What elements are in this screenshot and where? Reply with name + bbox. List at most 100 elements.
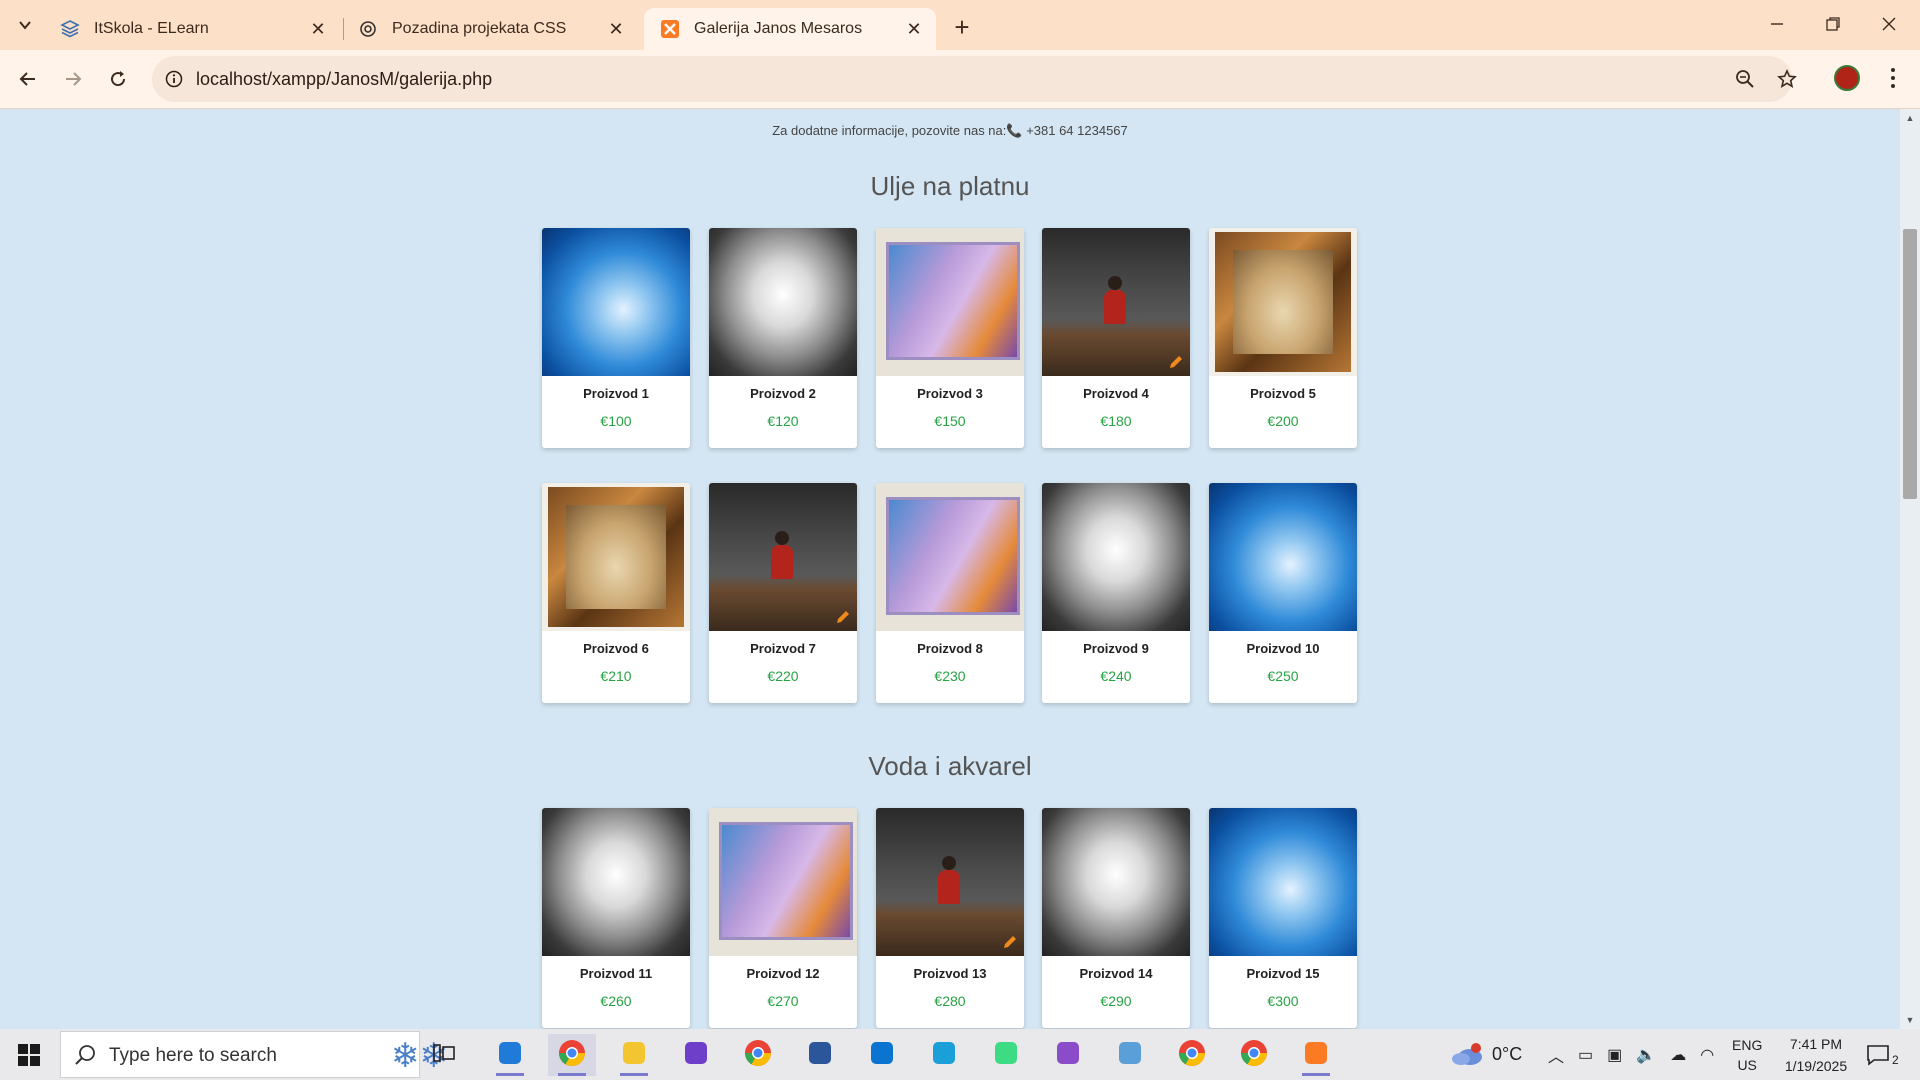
weather-widget[interactable]: 0°C bbox=[1450, 1029, 1522, 1080]
product-image[interactable] bbox=[542, 228, 690, 376]
taskbar-app-button[interactable] bbox=[548, 1034, 596, 1076]
taskbar-app-button[interactable] bbox=[858, 1034, 906, 1076]
contact-phone[interactable]: +381 64 1234567 bbox=[1026, 123, 1128, 138]
phone-icon: 📞 bbox=[1006, 123, 1023, 138]
site-info-icon[interactable] bbox=[162, 67, 186, 91]
product-card[interactable]: Proizvod 9 €240 bbox=[1042, 483, 1190, 703]
product-name: Proizvod 6 bbox=[583, 641, 649, 656]
start-button[interactable] bbox=[0, 1029, 58, 1080]
product-card[interactable]: Proizvod 1 €100 bbox=[542, 228, 690, 448]
product-image[interactable] bbox=[1209, 483, 1357, 631]
taskbar-app-button[interactable] bbox=[1044, 1034, 1092, 1076]
product-card[interactable]: Proizvod 7 €220 bbox=[709, 483, 857, 703]
task-view-icon bbox=[432, 1041, 456, 1070]
product-card[interactable]: Proizvod 15 €300 bbox=[1209, 808, 1357, 1028]
address-bar[interactable]: localhost/xampp/JanosM/galerija.php bbox=[152, 56, 1797, 102]
wifi-icon[interactable]: ◠ bbox=[1700, 1045, 1714, 1065]
close-window-button[interactable] bbox=[1866, 8, 1912, 40]
product-image[interactable] bbox=[542, 483, 690, 631]
taskbar-app-button[interactable] bbox=[1168, 1034, 1216, 1076]
search-icon bbox=[75, 1045, 95, 1065]
product-card[interactable]: Proizvod 11 €260 bbox=[542, 808, 690, 1028]
restore-button[interactable] bbox=[1810, 8, 1856, 40]
product-image[interactable] bbox=[876, 228, 1024, 376]
scroll-up-icon[interactable]: ▲ bbox=[1905, 113, 1915, 123]
taskbar-app-button[interactable] bbox=[920, 1034, 968, 1076]
product-card[interactable]: Proizvod 6 €210 bbox=[542, 483, 690, 703]
product-card[interactable]: Proizvod 8 €230 bbox=[876, 483, 1024, 703]
tab-itskola[interactable]: ItSkola - ELearn ✕ bbox=[44, 8, 340, 50]
clock-time: 7:41 PM bbox=[1789, 1035, 1843, 1052]
notifications-button[interactable]: 2 bbox=[1866, 1029, 1899, 1080]
close-tab-icon[interactable]: ✕ bbox=[304, 15, 332, 43]
product-image[interactable] bbox=[1042, 228, 1190, 376]
taskbar-app-button[interactable] bbox=[610, 1034, 658, 1076]
back-button[interactable] bbox=[10, 61, 46, 97]
product-image[interactable] bbox=[1209, 228, 1357, 376]
pencil-icon bbox=[1170, 356, 1182, 368]
minimize-button[interactable] bbox=[1754, 8, 1800, 40]
product-name: Proizvod 14 bbox=[1079, 966, 1153, 981]
system-tray-icons[interactable]: ︿ ▭ ▣ 🔈 ☁ ◠ bbox=[1548, 1029, 1714, 1080]
product-image[interactable] bbox=[876, 483, 1024, 631]
url-text[interactable]: localhost/xampp/JanosM/galerija.php bbox=[196, 69, 492, 90]
product-name: Proizvod 13 bbox=[913, 966, 987, 981]
meet-icon[interactable]: ▣ bbox=[1607, 1045, 1622, 1065]
scroll-thumb[interactable] bbox=[1903, 229, 1917, 499]
product-image[interactable] bbox=[709, 808, 857, 956]
clock[interactable]: 7:41 PM 1/19/2025 bbox=[1776, 1029, 1856, 1080]
taskbar-app-button[interactable] bbox=[486, 1034, 534, 1076]
taskbar-app-button[interactable] bbox=[1106, 1034, 1154, 1076]
openai-icon bbox=[358, 19, 378, 39]
product-name: Proizvod 8 bbox=[917, 641, 983, 656]
language-indicator[interactable]: ENG US bbox=[1732, 1029, 1762, 1080]
product-image[interactable] bbox=[1209, 808, 1357, 956]
page-content: Za dodatne informacije, pozovite nas na:… bbox=[0, 109, 1900, 1029]
chrome-s-icon bbox=[1177, 1038, 1207, 1073]
battery-icon[interactable]: ▭ bbox=[1578, 1045, 1593, 1065]
browser-menu-button[interactable] bbox=[1880, 62, 1906, 94]
product-card[interactable]: Proizvod 10 €250 bbox=[1209, 483, 1357, 703]
onedrive-icon[interactable]: ☁ bbox=[1670, 1045, 1686, 1065]
taskbar-app-button[interactable] bbox=[734, 1034, 782, 1076]
product-image[interactable] bbox=[542, 808, 690, 956]
scroll-down-icon[interactable]: ▼ bbox=[1905, 1015, 1915, 1025]
close-tab-icon[interactable]: ✕ bbox=[900, 15, 928, 43]
product-card[interactable]: Proizvod 2 €120 bbox=[709, 228, 857, 448]
taskbar-search-box[interactable]: Type here to search ❄❄ bbox=[60, 1031, 448, 1078]
volume-icon[interactable]: 🔈 bbox=[1636, 1045, 1656, 1065]
tab-galerija[interactable]: Galerija Janos Mesaros ✕ bbox=[644, 8, 936, 50]
tab-search-button[interactable] bbox=[8, 8, 42, 42]
product-card[interactable]: Proizvod 4 €180 bbox=[1042, 228, 1190, 448]
taskbar-app-button[interactable] bbox=[420, 1034, 468, 1076]
taskbar-app-button[interactable] bbox=[1230, 1034, 1278, 1076]
product-image[interactable] bbox=[876, 808, 1024, 956]
profile-avatar[interactable] bbox=[1834, 65, 1860, 91]
product-card[interactable]: Proizvod 3 €150 bbox=[876, 228, 1024, 448]
tab-pozadina[interactable]: Pozadina projekata CSS ✕ bbox=[342, 8, 638, 50]
new-tab-button[interactable]: + bbox=[945, 10, 979, 44]
bookmark-star-icon[interactable] bbox=[1772, 64, 1802, 94]
close-tab-icon[interactable]: ✕ bbox=[602, 15, 630, 43]
product-card[interactable]: Proizvod 13 €280 bbox=[876, 808, 1024, 1028]
product-price: €210 bbox=[600, 668, 632, 684]
product-card[interactable]: Proizvod 14 €290 bbox=[1042, 808, 1190, 1028]
page-scrollbar[interactable]: ▲ ▼ bbox=[1900, 109, 1920, 1029]
chevron-up-icon[interactable]: ︿ bbox=[1548, 1043, 1564, 1067]
product-image[interactable] bbox=[1042, 808, 1190, 956]
product-price: €220 bbox=[767, 668, 799, 684]
zoom-icon[interactable] bbox=[1730, 64, 1760, 94]
taskbar-app-button[interactable] bbox=[1292, 1034, 1340, 1076]
github-icon bbox=[682, 1039, 710, 1072]
product-card[interactable]: Proizvod 12 €270 bbox=[709, 808, 857, 1028]
product-image[interactable] bbox=[709, 228, 857, 376]
forward-button[interactable] bbox=[55, 61, 91, 97]
product-image[interactable] bbox=[1042, 483, 1190, 631]
product-card[interactable]: Proizvod 5 €200 bbox=[1209, 228, 1357, 448]
product-name: Proizvod 4 bbox=[1083, 386, 1149, 401]
taskbar-app-button[interactable] bbox=[982, 1034, 1030, 1076]
product-image[interactable] bbox=[709, 483, 857, 631]
reload-button[interactable] bbox=[100, 61, 136, 97]
taskbar-app-button[interactable] bbox=[796, 1034, 844, 1076]
taskbar-app-button[interactable] bbox=[672, 1034, 720, 1076]
